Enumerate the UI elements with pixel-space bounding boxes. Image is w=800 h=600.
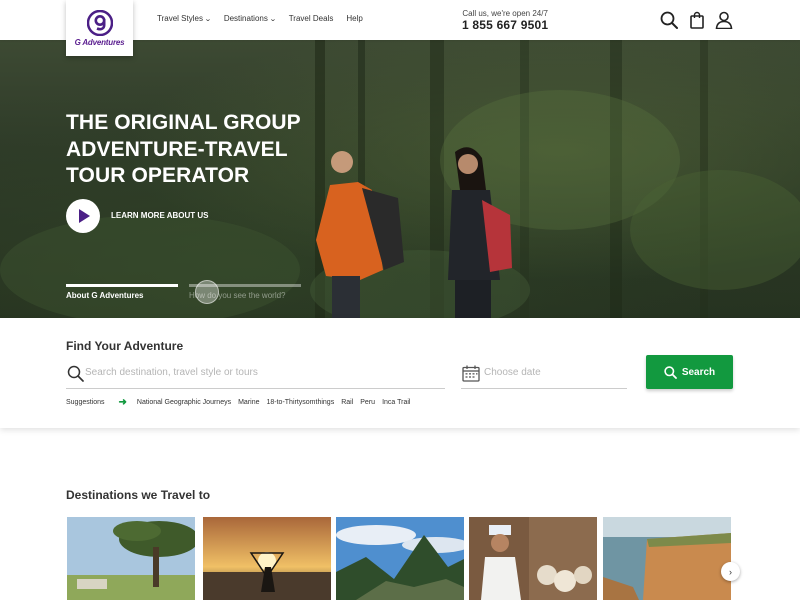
destination-search-input[interactable] bbox=[85, 367, 435, 378]
coastal-cliffs-image bbox=[603, 517, 731, 600]
call-label: Call us, we're open 24/7 bbox=[462, 9, 548, 18]
learn-more-link[interactable]: LEARN MORE ABOUT US bbox=[111, 211, 208, 220]
bag-icon[interactable] bbox=[688, 11, 706, 29]
logo-text: G Adventures bbox=[74, 38, 125, 47]
mountain-ruins-image bbox=[336, 517, 464, 600]
nav-help[interactable]: Help bbox=[346, 14, 362, 23]
savanna-tree-image bbox=[67, 517, 195, 600]
logo[interactable]: G Adventures bbox=[66, 0, 133, 56]
destination-card[interactable] bbox=[336, 517, 464, 600]
tab-progress-bar bbox=[66, 284, 178, 287]
hero-title-line: TOUR OPERATOR bbox=[66, 164, 250, 187]
nav-destinations[interactable]: Destinations ⌄ bbox=[223, 14, 277, 23]
suggestions-row: Suggestions ➜ National Geographic Journe… bbox=[66, 397, 417, 408]
play-icon bbox=[79, 209, 90, 223]
suggestion-link[interactable]: Peru bbox=[360, 399, 375, 406]
search-button[interactable]: Search bbox=[646, 355, 733, 389]
calendar-icon bbox=[462, 365, 480, 382]
date-field bbox=[461, 362, 627, 389]
play-video-button[interactable] bbox=[66, 199, 100, 233]
search-title: Find Your Adventure bbox=[66, 339, 184, 353]
suggestion-link[interactable]: Rail bbox=[341, 399, 353, 406]
hero-banner: THE ORIGINAL GROUP ADVENTURE-TRAVEL TOUR… bbox=[0, 40, 800, 318]
search-button-label: Search bbox=[681, 366, 716, 378]
nav-label: Destinations bbox=[223, 14, 268, 23]
search-icon bbox=[67, 365, 84, 382]
suggestion-link[interactable]: Inca Trail bbox=[382, 399, 410, 406]
suggestion-link[interactable]: National Geographic Journeys bbox=[137, 399, 231, 406]
account-icon[interactable] bbox=[715, 11, 733, 29]
suggestion-link[interactable]: 18-to-Thirtysomthings bbox=[267, 399, 335, 406]
chevron-right-icon: › bbox=[729, 566, 732, 577]
search-panel: Find Your Adventure Search Suggestions bbox=[0, 318, 800, 428]
suggestions-label: Suggestions bbox=[66, 399, 105, 406]
nav-label: Travel Styles bbox=[157, 14, 203, 23]
search-icon[interactable] bbox=[660, 11, 678, 29]
destination-card[interactable] bbox=[603, 517, 731, 600]
hero-title-line: THE ORIGINAL GROUP bbox=[66, 111, 301, 134]
market-vendor-image bbox=[469, 517, 597, 600]
date-input[interactable] bbox=[484, 367, 624, 378]
arrow-right-icon: ➜ bbox=[118, 397, 127, 408]
call-phone[interactable]: 1 855 667 9501 bbox=[462, 18, 548, 32]
suggestion-link[interactable]: Marine bbox=[238, 399, 259, 406]
hero-tab-about[interactable]: About G Adventures bbox=[66, 284, 178, 314]
main-nav: Travel Styles ⌄ Destinations ⌄ Travel De… bbox=[157, 14, 363, 23]
destination-card[interactable] bbox=[469, 517, 597, 600]
destination-card[interactable] bbox=[203, 517, 331, 600]
nav-label: Travel Deals bbox=[288, 14, 334, 23]
call-info: Call us, we're open 24/7 1 855 667 9501 bbox=[462, 9, 548, 32]
nav-travel-deals[interactable]: Travel Deals bbox=[289, 14, 334, 23]
tab-label: About G Adventures bbox=[66, 291, 144, 300]
destination-card[interactable] bbox=[67, 517, 195, 600]
sunset-fisherman-image bbox=[203, 517, 331, 600]
hero-title: THE ORIGINAL GROUP ADVENTURE-TRAVEL TOUR… bbox=[66, 110, 301, 190]
g-logo-icon bbox=[86, 10, 113, 36]
chevron-down-icon: ⌄ bbox=[204, 15, 212, 23]
carousel-next-button[interactable]: › bbox=[721, 562, 740, 581]
nav-travel-styles[interactable]: Travel Styles ⌄ bbox=[157, 14, 212, 23]
nav-label: Help bbox=[346, 14, 363, 23]
chevron-down-icon: ⌄ bbox=[268, 15, 277, 23]
search-icon bbox=[664, 365, 677, 379]
hero-title-line: ADVENTURE-TRAVEL bbox=[66, 137, 288, 161]
cursor-indicator bbox=[195, 280, 219, 304]
destinations-title: Destinations we Travel to bbox=[66, 488, 211, 502]
destination-search-field bbox=[66, 362, 445, 389]
